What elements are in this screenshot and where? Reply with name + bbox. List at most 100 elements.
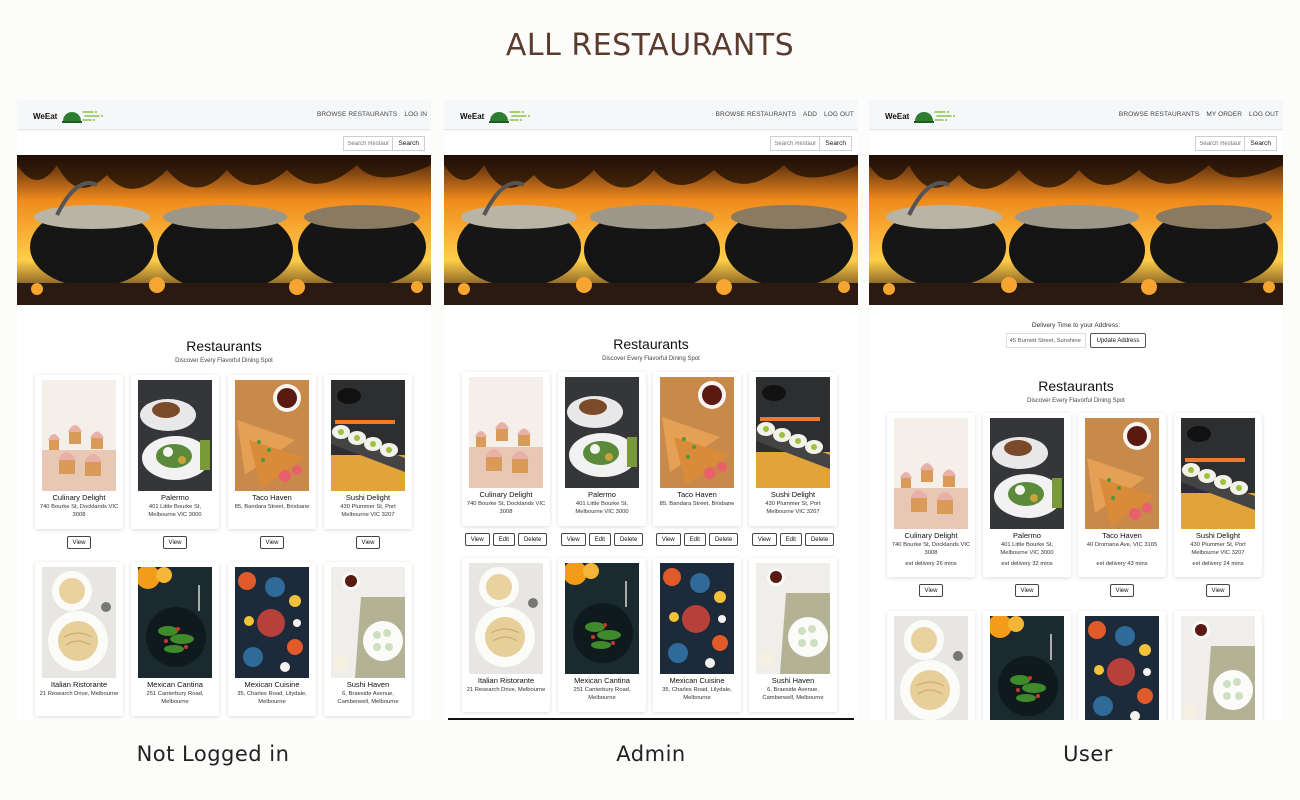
restaurant-address: 6, Braeside Avenue, Camberwell, Melbourn… — [337, 691, 399, 705]
restaurant-image — [565, 563, 639, 674]
delete-button[interactable]: Delete — [708, 533, 739, 546]
search-input[interactable] — [1195, 136, 1246, 151]
nav-link[interactable]: LOG OUT — [824, 111, 854, 118]
logo-text: WeEat — [460, 111, 485, 121]
restaurant-name: Palermo — [588, 490, 616, 499]
view-button[interactable]: View — [162, 536, 188, 549]
restaurant-card[interactable]: Palermo 401 Little Bourke St, Melbourne V… — [131, 375, 219, 549]
restaurant-card[interactable]: Mexican Cuisine35, Charles Road, Lilydal… — [1078, 611, 1166, 720]
card-actions: View — [977, 584, 1077, 597]
restaurant-address: 401 Little Bourke St, Melbourne VIC 3000 — [1000, 542, 1054, 556]
restaurant-name: Palermo — [161, 493, 189, 502]
view-button[interactable]: View — [1109, 584, 1135, 597]
search-button[interactable]: Search — [1245, 136, 1277, 151]
delete-button[interactable]: Delete — [804, 533, 835, 546]
delete-button[interactable]: Delete — [517, 533, 548, 546]
restaurant-image — [42, 380, 116, 491]
search-button[interactable]: Search — [820, 136, 852, 151]
delivery-estimate: est delivery 43 mins — [1096, 561, 1148, 567]
view-button[interactable]: View — [751, 533, 777, 546]
logo[interactable]: WeEat — [460, 107, 532, 125]
logo-mark-icon — [488, 107, 532, 125]
restaurant-card[interactable]: Sushi Delight 430 Plummer St, Port Melbou… — [749, 372, 837, 546]
restaurant-card[interactable]: Sushi Haven6, Braeside Avenue, Camberwel… — [324, 562, 412, 716]
edit-button[interactable]: Edit — [683, 533, 706, 546]
section-title: Restaurants — [186, 338, 262, 354]
logo[interactable]: WeEat — [33, 107, 105, 125]
restaurant-card[interactable]: Italian Ristorante21 Research Drive, Mel… — [35, 562, 123, 716]
restaurant-address: 251 Canterbury Road, Melbourne — [146, 691, 204, 705]
restaurant-card[interactable]: Culinary Delight 740 Bourke St, Docklands… — [35, 375, 123, 549]
section-subtitle: Discover Every Flavorful Dining Spot — [602, 356, 700, 362]
restaurant-image — [1085, 418, 1159, 529]
view-button[interactable]: View — [66, 536, 92, 549]
restaurant-address: 21 Research Drive, Melbourne — [466, 687, 546, 693]
restaurant-card[interactable]: Sushi Delight 430 Plummer St, Port Melbou… — [324, 375, 412, 549]
caption-admin: Admin — [616, 742, 686, 766]
restaurant-card[interactable]: Sushi Haven6, Braeside Avenue, Camberwel… — [749, 558, 837, 712]
edit-button[interactable]: Edit — [779, 533, 802, 546]
nav-link[interactable]: BROWSE RESTAURANTS — [716, 111, 796, 118]
view-button[interactable]: View — [355, 536, 381, 549]
restaurant-card[interactable]: Italian Ristorante21 Research Drive, Mel… — [887, 611, 975, 720]
section-heading: Restaurants Discover Every Flavorful Dini… — [17, 338, 431, 364]
edit-button[interactable]: Edit — [588, 533, 611, 546]
search-input[interactable] — [770, 136, 821, 151]
nav-link[interactable]: LOG IN — [404, 111, 427, 118]
view-button[interactable]: View — [1205, 584, 1231, 597]
search-input[interactable] — [343, 136, 394, 151]
restaurant-card[interactable]: Taco Haven 40 Dromana Ave, VIC 3165 est de… — [1078, 413, 1166, 597]
nav-link[interactable]: LOG OUT — [1249, 111, 1279, 118]
view-button[interactable]: View — [259, 536, 285, 549]
view-button[interactable]: View — [655, 533, 681, 546]
restaurant-address: 85, Bandara Street, Brisbane — [234, 504, 310, 510]
card-actions: View — [881, 584, 981, 597]
restaurant-image — [565, 377, 639, 488]
delivery-row: Update Address — [869, 333, 1283, 348]
restaurant-name: Culinary Delight — [479, 490, 533, 499]
restaurant-card[interactable]: Culinary Delight 740 Bourke St, Docklands… — [887, 413, 975, 597]
navbar: WeEat BROWSE RESTAURANTS ADD LOG OUT — [444, 100, 858, 130]
restaurant-name: Taco Haven — [677, 490, 717, 499]
restaurant-card[interactable]: Palermo 401 Little Bourke St, Melbourne V… — [983, 413, 1071, 597]
restaurant-card[interactable]: Sushi Delight 430 Plummer St, Port Melbou… — [1174, 413, 1262, 597]
section-title: Restaurants — [613, 336, 689, 352]
page-title: ALL RESTAURANTS — [505, 28, 795, 63]
restaurant-card[interactable]: Mexican Cuisine35, Charles Road, Lilydal… — [228, 562, 316, 716]
restaurant-card[interactable]: Mexican Cuisine35, Charles Road, Lilydal… — [653, 558, 741, 712]
screenshot-admin: WeEat BROWSE RESTAURANTS ADD LOG OUT Search … — [444, 100, 858, 720]
delivery-estimate: est delivery 26 mins — [905, 561, 957, 567]
restaurant-image — [235, 380, 309, 491]
section-heading: Restaurants Discover Every Flavorful Dini… — [444, 336, 858, 362]
restaurant-card[interactable]: Mexican Cantina251 Canterbury Road, Melb… — [131, 562, 219, 716]
restaurant-card[interactable]: Mexican Cantina251 Canterbury Road, Melb… — [558, 558, 646, 712]
view-button[interactable]: View — [1014, 584, 1040, 597]
view-button[interactable]: View — [560, 533, 586, 546]
restaurant-image — [990, 418, 1064, 529]
logo-text: WeEat — [885, 111, 910, 121]
restaurant-card[interactable]: Taco Haven 85, Bandara Street, Brisbane Vi… — [653, 372, 741, 546]
view-button[interactable]: View — [918, 584, 944, 597]
restaurant-card[interactable]: Culinary Delight 740 Bourke St, Docklands… — [462, 372, 550, 546]
update-address-button[interactable]: Update Address — [1089, 333, 1147, 348]
card-actions: View — [1072, 584, 1172, 597]
nav-link[interactable]: ADD — [803, 111, 817, 118]
restaurant-card[interactable]: Mexican Cantina251 Canterbury Road, Melb… — [983, 611, 1071, 720]
logo[interactable]: WeEat — [885, 107, 957, 125]
search-button[interactable]: Search — [393, 136, 425, 151]
restaurant-address: 6, Braeside Avenue, Camberwell, Melbourn… — [762, 687, 824, 701]
restaurant-card[interactable]: Taco Haven 85, Bandara Street, Brisbane Vi… — [228, 375, 316, 549]
nav-link[interactable]: BROWSE RESTAURANTS — [317, 111, 397, 118]
delete-button[interactable]: Delete — [613, 533, 644, 546]
restaurant-address: 740 Bourke St, Docklands VIC 3008 — [39, 504, 119, 518]
nav-link[interactable]: BROWSE RESTAURANTS — [1119, 111, 1199, 118]
restaurant-card[interactable]: Palermo 401 Little Bourke St, Melbourne V… — [558, 372, 646, 546]
address-input[interactable] — [1005, 333, 1086, 348]
nav-link[interactable]: MY ORDER — [1206, 111, 1242, 118]
screenshot-user: WeEat BROWSE RESTAURANTS MY ORDER LOG OUT Se… — [869, 100, 1283, 720]
edit-button[interactable]: Edit — [492, 533, 515, 546]
restaurant-card[interactable]: Sushi Haven6, Braeside Avenue, Camberwel… — [1174, 611, 1262, 720]
view-button[interactable]: View — [464, 533, 490, 546]
search-bar: Search — [770, 136, 852, 151]
restaurant-card[interactable]: Italian Ristorante21 Research Drive, Mel… — [462, 558, 550, 712]
